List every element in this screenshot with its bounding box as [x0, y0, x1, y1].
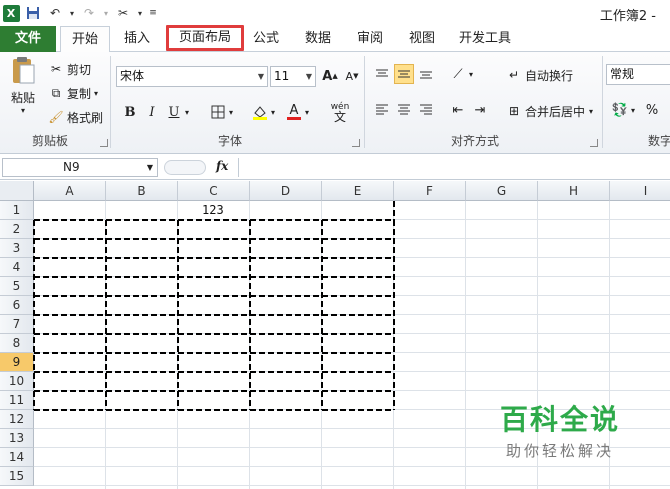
number-group-label: 数字 [648, 134, 670, 148]
font-color-dropdown-icon[interactable]: ▾ [302, 102, 312, 122]
paste-label: 粘贴 [10, 91, 35, 105]
number-format-combo[interactable]: 常规 [606, 64, 670, 85]
redo-icon[interactable]: ↷ [80, 4, 98, 22]
copy-dropdown-icon: ▾ [94, 88, 99, 98]
tab-insert[interactable]: 插入 [112, 26, 162, 52]
tab-developer[interactable]: 开发工具 [452, 26, 518, 52]
merge-dropdown-icon: ▾ [589, 106, 594, 116]
align-left-icon[interactable] [372, 100, 392, 120]
undo-icon[interactable]: ↶ [46, 4, 64, 22]
tab-view[interactable]: 视图 [402, 26, 442, 52]
chevron-down-icon: ▼ [257, 72, 264, 81]
paintbrush-icon: 🖌 [48, 110, 64, 124]
group-divider [110, 56, 111, 148]
name-box[interactable]: N9 ▼ [2, 158, 158, 177]
fill-color-dropdown-icon[interactable]: ▾ [268, 102, 278, 122]
tab-data[interactable]: 数据 [298, 26, 338, 52]
borders-dropdown-icon[interactable]: ▾ [226, 102, 236, 122]
increase-indent-icon[interactable]: ⇥ [470, 100, 490, 120]
alignment-group-label: 对齐方式 [450, 134, 499, 148]
paste-button[interactable]: 粘贴 ▾ [6, 56, 40, 116]
clipboard-icon [13, 57, 35, 84]
tab-review[interactable]: 审阅 [350, 26, 390, 52]
align-bottom-icon[interactable] [416, 64, 436, 84]
watermark-subtitle: 助你轻松解决 [505, 442, 614, 460]
phonetic-guide-icon[interactable]: wén 文 [326, 100, 354, 124]
percent-button[interactable]: % [642, 100, 662, 120]
excel-app-icon[interactable]: X [2, 4, 20, 22]
tab-page-layout[interactable]: 页面布局 [166, 25, 244, 51]
formula-bar: N9 ▼ fx [0, 156, 670, 180]
group-divider [602, 56, 603, 148]
orientation-icon[interactable]: ⟋ [448, 64, 468, 84]
chevron-down-icon: ▼ [305, 72, 312, 81]
paste-dropdown-icon: ▾ [20, 106, 25, 115]
tools-dropdown-icon[interactable]: ▾ [136, 4, 144, 22]
ribbon-tabs: 文件 开始 插入 页面布局 公式 数据 审阅 视图 开发工具 [0, 25, 670, 53]
chevron-down-icon: ▼ [146, 163, 153, 172]
redo-dropdown-icon[interactable]: ▾ [102, 4, 110, 22]
font-color-icon[interactable]: A [284, 102, 304, 122]
orientation-dropdown-icon[interactable]: ▾ [466, 64, 476, 84]
scissors-icon: ✂ [50, 62, 62, 76]
font-group-label: 字体 [217, 134, 242, 148]
align-center-icon[interactable] [394, 100, 414, 120]
window-title: 工作簿2 - [599, 9, 656, 24]
insert-function-icon[interactable]: fx [216, 159, 228, 173]
tab-home[interactable]: 开始 [60, 26, 110, 53]
wrap-text-icon: ↵ [508, 68, 520, 82]
copy-button[interactable]: ⧉ 复制 ▾ [48, 82, 98, 104]
cell-c1[interactable]: 123 [202, 203, 224, 217]
group-divider [364, 56, 365, 148]
tab-formulas[interactable]: 公式 [246, 26, 286, 52]
title-bar: X ↶ ▾ ↷ ▾ ✂ ▾ ≡ 工作簿2 - [0, 0, 670, 26]
clipboard-dialog-launcher-icon[interactable] [100, 139, 108, 147]
alignment-dialog-launcher-icon[interactable] [590, 139, 598, 147]
cut-button[interactable]: ✂ 剪切 [48, 58, 91, 80]
accounting-format-icon[interactable]: 💱 [610, 100, 630, 120]
save-icon[interactable] [24, 4, 42, 22]
shrink-font-icon[interactable]: A ▼ [342, 66, 362, 86]
watermark: 百科全说 助你轻松解决 [500, 398, 620, 461]
customize-qat-icon[interactable]: ≡ [148, 4, 158, 22]
undo-dropdown-icon[interactable]: ▾ [68, 4, 76, 22]
merge-cells-icon: ⊞ [508, 104, 520, 118]
tools-icon[interactable]: ✂ [114, 4, 132, 22]
underline-button[interactable]: U [164, 102, 184, 122]
wrap-text-button[interactable]: ↵ 自动换行 [506, 64, 573, 86]
font-dialog-launcher-icon[interactable] [352, 139, 360, 147]
align-middle-icon[interactable] [394, 64, 414, 84]
clipboard-group-label: 剪贴板 [31, 134, 68, 148]
merge-center-button[interactable]: ⊞ 合并后居中 ▾ [506, 100, 593, 122]
format-painter-button[interactable]: 🖌 格式刷 [48, 106, 103, 128]
borders-icon[interactable] [208, 102, 228, 122]
align-top-icon[interactable] [372, 64, 392, 84]
formula-input[interactable] [238, 158, 670, 177]
copy-icon: ⧉ [51, 85, 61, 100]
tab-file[interactable]: 文件 [0, 26, 56, 52]
ribbon: 粘贴 ▾ ✂ 剪切 ⧉ 复制 ▾ 🖌 格式刷 剪贴板 宋体 ▼ 11 ▼ A ▲ A ▼ B I… [0, 52, 670, 154]
fill-color-icon[interactable] [250, 102, 270, 122]
watermark-title: 百科全说 [499, 403, 620, 436]
font-name-combo[interactable]: 宋体 ▼ [116, 66, 268, 87]
align-right-icon[interactable] [416, 100, 436, 120]
formula-bar-divider-handle[interactable] [164, 160, 206, 175]
quick-access-toolbar: X ↶ ▾ ↷ ▾ ✂ ▾ ≡ [0, 0, 162, 26]
bold-button[interactable]: B [120, 102, 140, 122]
underline-dropdown-icon[interactable]: ▾ [182, 102, 192, 122]
decrease-indent-icon[interactable]: ⇤ [448, 100, 468, 120]
accounting-dropdown-icon[interactable]: ▾ [628, 100, 638, 120]
italic-button[interactable]: I [142, 102, 162, 122]
grow-font-icon[interactable]: A ▲ [320, 66, 340, 86]
font-size-combo[interactable]: 11 ▼ [270, 66, 316, 87]
